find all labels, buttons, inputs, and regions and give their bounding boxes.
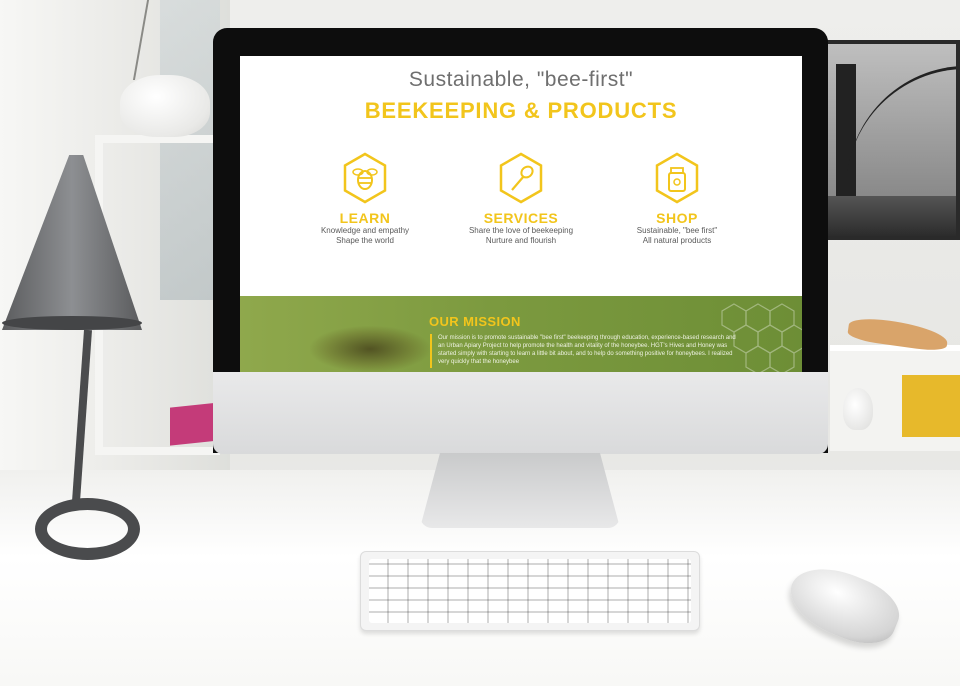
hero-title: BEEKEEPING & PRODUCTS — [364, 98, 678, 123]
keyboard — [360, 551, 700, 631]
yellow-storage-box — [902, 375, 960, 437]
features-row: LEARN Knowledge and empathy Shape the wo… — [280, 152, 762, 262]
monitor-stand — [420, 453, 620, 528]
feature-services[interactable]: SERVICES Share the love of beekeeping Nu… — [446, 152, 596, 246]
monitor-chin — [213, 372, 828, 454]
feature-learn-line2: Shape the world — [336, 236, 394, 245]
feature-services-line1: Share the love of beekeeping — [468, 226, 574, 235]
honey-dipper-icon — [498, 152, 544, 204]
feature-shop-line1: Sustainable, "bee first" — [636, 226, 718, 235]
website-screen: Sustainable, "bee-first" BEEKEEPING & PR… — [240, 56, 802, 372]
white-vase — [120, 75, 210, 137]
mission-title: OUR MISSION — [429, 314, 521, 329]
bee-icon — [342, 152, 388, 204]
desk-lamp-base — [35, 498, 140, 560]
mission-text: Our mission is to promote sustainable "b… — [438, 335, 736, 365]
mission-section: OUR MISSION Our mission is to promote su… — [240, 296, 802, 372]
feature-shop-line2: All natural products — [642, 236, 712, 245]
feature-shop[interactable]: SHOP Sustainable, "bee first" All natura… — [602, 152, 752, 246]
feature-services-title: SERVICES — [483, 210, 559, 226]
hero-subtitle: Sustainable, "bee-first" — [408, 68, 634, 91]
small-white-vase — [843, 388, 873, 430]
desk-lamp-rim — [2, 316, 142, 330]
feature-shop-title: SHOP — [656, 210, 698, 226]
bridge-photo-frame — [822, 40, 960, 240]
feature-learn-title: LEARN — [339, 210, 391, 226]
feature-learn-line1: Knowledge and empathy — [320, 226, 410, 235]
mission-accent-bar — [430, 334, 432, 368]
feature-learn[interactable]: LEARN Knowledge and empathy Shape the wo… — [290, 152, 440, 246]
honey-jar-icon — [654, 152, 700, 204]
blurred-bee-photo — [310, 326, 430, 372]
feature-services-line2: Nurture and flourish — [485, 236, 557, 245]
